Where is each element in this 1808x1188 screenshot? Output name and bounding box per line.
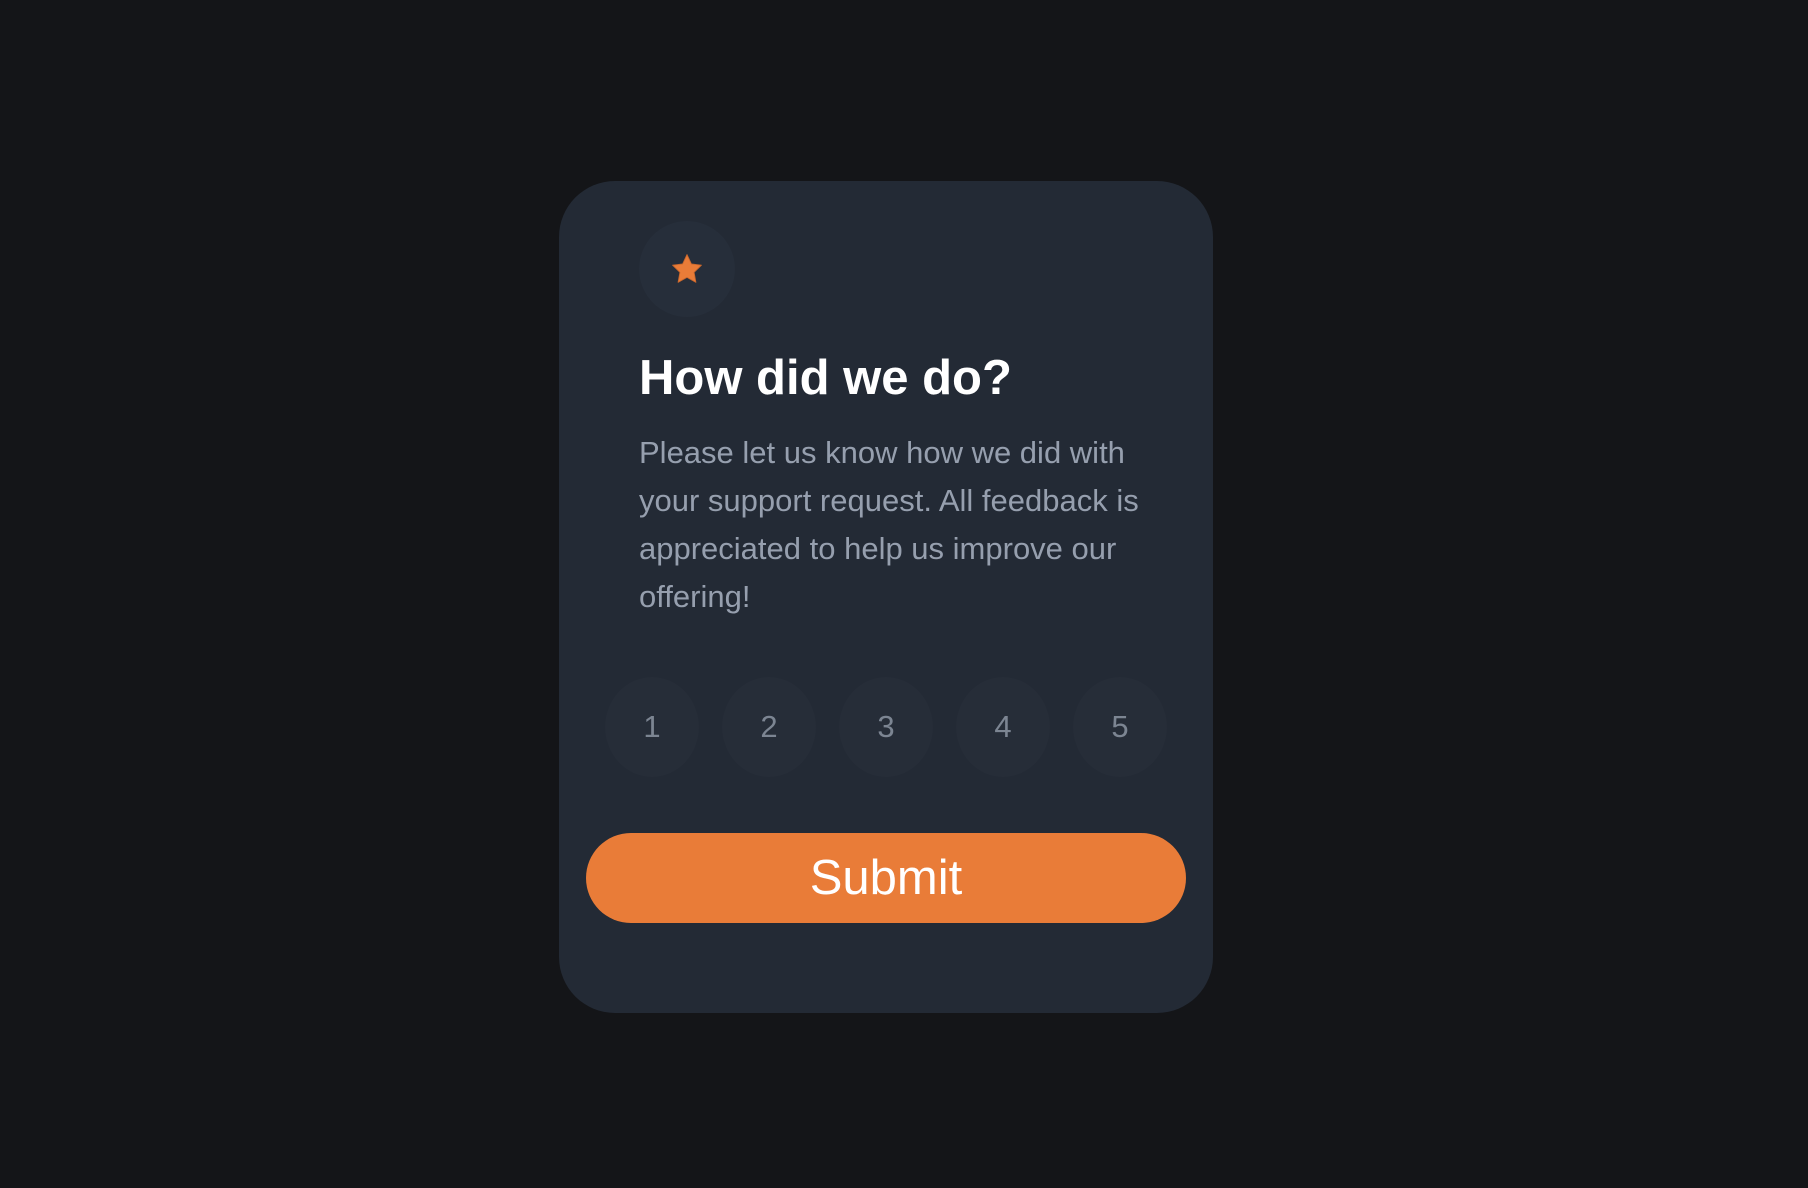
rating-option-3[interactable]: 3 bbox=[839, 677, 933, 777]
rating-card: How did we do? Please let us know how we… bbox=[559, 181, 1213, 1013]
card-description: Please let us know how we did with your … bbox=[639, 435, 1139, 614]
star-icon bbox=[672, 254, 702, 283]
rating-option-4[interactable]: 4 bbox=[956, 677, 1050, 777]
submit-button[interactable]: Submit bbox=[586, 833, 1186, 923]
card-title: How did we do? bbox=[639, 351, 1012, 405]
rating-option-2[interactable]: 2 bbox=[722, 677, 816, 777]
rating-option-5[interactable]: 5 bbox=[1073, 677, 1167, 777]
rating-option-1[interactable]: 1 bbox=[605, 677, 699, 777]
rating-options: 1 2 3 4 5 bbox=[605, 677, 1167, 777]
star-badge bbox=[639, 221, 735, 317]
